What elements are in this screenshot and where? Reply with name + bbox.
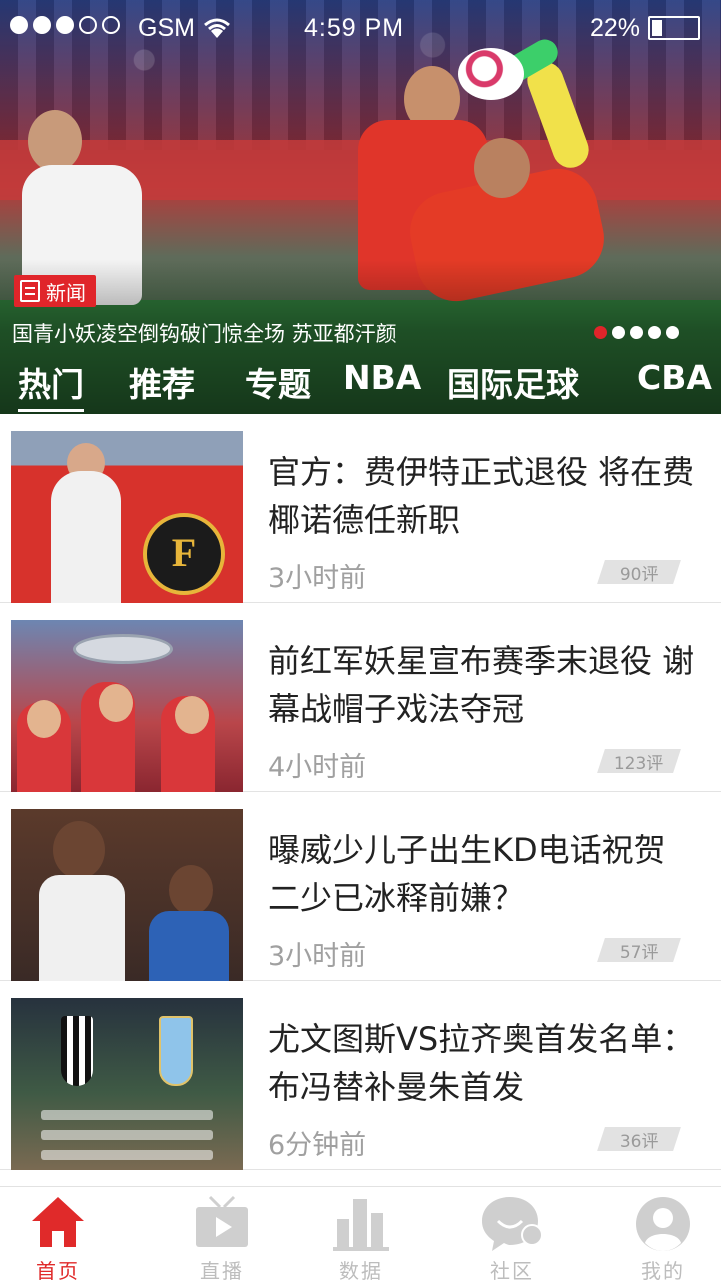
- news-item[interactable]: 官方：费伊特正式退役 将在费椰诺德任新职 3小时前 90评: [0, 414, 721, 603]
- news-item[interactable]: 曝威少儿子出生KD电话祝贺 二少已冰释前嫌？ 3小时前 57评: [0, 792, 721, 981]
- signal-dot: [79, 16, 97, 34]
- thumbnail-text-line: [41, 1110, 213, 1120]
- comment-count: 90评: [619, 564, 659, 585]
- nav-data-label: 数据: [339, 1259, 383, 1280]
- tab-hot[interactable]: 热门: [18, 358, 84, 412]
- nav-home-label: 首页: [36, 1259, 80, 1280]
- comment-count: 57评: [619, 942, 659, 963]
- news-time: 3小时前: [268, 563, 367, 594]
- clock: 4:59 PM: [304, 14, 405, 42]
- tab-cba[interactable]: CBA: [637, 358, 712, 397]
- chat-bubble-icon: [482, 1197, 543, 1251]
- tv-play-icon: [196, 1195, 248, 1247]
- thumbnail-text-line: [41, 1130, 213, 1140]
- signal-strength-icon: [10, 16, 120, 34]
- home-icon: [32, 1197, 84, 1247]
- comment-count-badge: 36评: [597, 1127, 681, 1152]
- thumbnail-player-head: [27, 700, 61, 738]
- nav-home[interactable]: 首页: [0, 1193, 118, 1280]
- news-item[interactable]: 尤文图斯VS拉齐奥首发名单：布冯替补曼朱首发 6分钟前 36评: [0, 981, 721, 1170]
- news-time: 4小时前: [268, 752, 367, 783]
- carrier-name: GSM: [138, 14, 195, 42]
- carousel-dot[interactable]: [648, 326, 661, 339]
- signal-dot: [102, 16, 120, 34]
- thumbnail-player-head: [169, 865, 213, 915]
- news-title: 尤文图斯VS拉齐奥首发名单：布冯替补曼朱首发: [268, 1020, 695, 1106]
- tab-recommended[interactable]: 推荐: [129, 358, 195, 406]
- news-title: 官方：费伊特正式退役 将在费椰诺德任新职: [268, 453, 695, 539]
- category-tabs: 热门 推荐 专题 NBA 国际足球 CBA: [0, 354, 721, 412]
- news-badge-label: 新闻: [46, 280, 86, 305]
- battery-percentage: 22%: [590, 14, 641, 42]
- bar-chart-icon: [333, 1199, 389, 1251]
- nav-community-label: 社区: [490, 1259, 534, 1280]
- comment-count-badge: 57评: [597, 938, 681, 963]
- tab-nba[interactable]: NBA: [343, 358, 421, 397]
- tab-international-football[interactable]: 国际足球: [447, 358, 579, 406]
- document-icon: [20, 280, 40, 302]
- news-badge: 新闻: [14, 275, 96, 307]
- battery-level: [652, 20, 662, 36]
- signal-dot: [10, 16, 28, 34]
- signal-dot: [33, 16, 51, 34]
- comment-count: 123评: [614, 753, 664, 774]
- nav-profile[interactable]: 我的: [603, 1193, 721, 1280]
- tab-topics[interactable]: 专题: [245, 358, 311, 406]
- news-title: 前红军妖星宣布赛季末退役 谢幕战帽子戏法夺冠: [268, 642, 695, 728]
- hero-carousel[interactable]: GSM 4:59 PM 22% 新闻 国青小妖凌空倒钩破门惊全场 苏亚都汗颜 热…: [0, 0, 721, 414]
- nav-live-label: 直播: [200, 1259, 244, 1280]
- news-thumbnail: [11, 809, 243, 981]
- carousel-indicator: [594, 326, 679, 339]
- trophy-icon: [73, 634, 173, 664]
- club-crest-icon: [159, 1016, 193, 1086]
- news-time: 6分钟前: [268, 1130, 367, 1161]
- thumbnail-text-line: [41, 1150, 213, 1160]
- signal-dot: [56, 16, 74, 34]
- carousel-dot[interactable]: [594, 326, 607, 339]
- status-bar: GSM 4:59 PM 22%: [0, 0, 721, 56]
- thumbnail-player-head: [53, 821, 105, 879]
- comment-count-badge: 90评: [597, 560, 681, 585]
- news-title: 曝威少儿子出生KD电话祝贺 二少已冰释前嫌？: [268, 831, 666, 917]
- carousel-dot[interactable]: [630, 326, 643, 339]
- club-crest-icon: [143, 513, 225, 595]
- thumbnail-player: [39, 875, 125, 981]
- hero-player-head: [474, 138, 530, 198]
- comment-count: 36评: [619, 1131, 659, 1152]
- hero-headline[interactable]: 国青小妖凌空倒钩破门惊全场 苏亚都汗颜: [12, 318, 397, 348]
- thumbnail-player: [149, 911, 229, 981]
- news-thumbnail: [11, 431, 243, 603]
- hero-player-head: [28, 110, 82, 172]
- news-thumbnail: [11, 998, 243, 1170]
- bottom-nav: 首页 直播 数据 社区 我的: [0, 1186, 721, 1280]
- comment-count-badge: 123评: [597, 749, 681, 774]
- news-time: 3小时前: [268, 941, 367, 972]
- thumbnail-player: [51, 471, 121, 603]
- thumbnail-player-head: [99, 684, 133, 722]
- user-avatar-icon: [636, 1197, 690, 1251]
- carousel-dot[interactable]: [666, 326, 679, 339]
- news-item[interactable]: 前红军妖星宣布赛季末退役 谢幕战帽子戏法夺冠 4小时前 123评: [0, 603, 721, 792]
- nav-profile-label: 我的: [641, 1259, 685, 1280]
- nav-live[interactable]: 直播: [162, 1193, 282, 1280]
- nav-data[interactable]: 数据: [301, 1193, 421, 1280]
- nav-community[interactable]: 社区: [452, 1193, 572, 1280]
- news-thumbnail: [11, 620, 243, 792]
- club-crest-icon: [61, 1016, 93, 1086]
- wifi-icon: [204, 18, 230, 38]
- battery-icon: [648, 16, 700, 40]
- carousel-dot[interactable]: [612, 326, 625, 339]
- thumbnail-player-head: [175, 696, 209, 734]
